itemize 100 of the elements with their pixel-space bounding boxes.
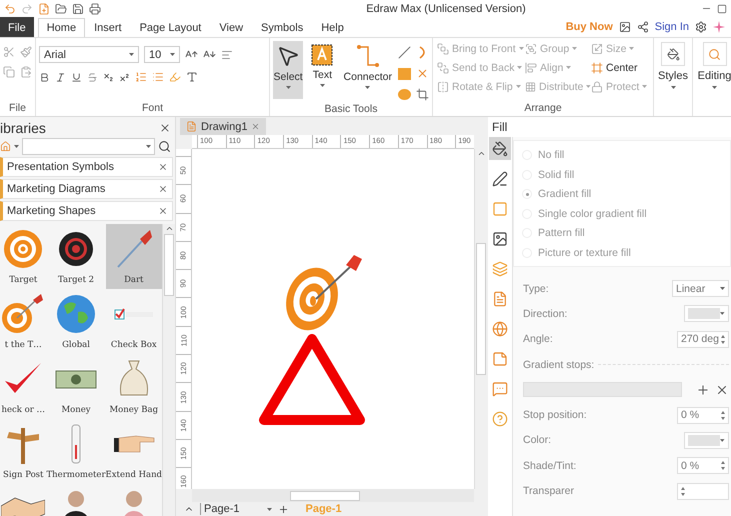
crop-icon[interactable] [416,88,429,101]
ribbon-tab[interactable]: Home [38,18,86,37]
close-icon[interactable] [158,184,168,194]
side-panel-button[interactable] [489,137,511,160]
shape-item[interactable]: Global [46,289,106,354]
pointer-icon[interactable] [276,44,300,68]
scroll-thumb[interactable] [164,234,174,296]
sign-in-link[interactable]: Sign In [654,21,689,33]
share-icon[interactable] [636,21,649,33]
spin-arrows-icon[interactable] [681,486,685,496]
file-menu-button[interactable]: File [0,17,34,37]
field-label: Angle: [523,333,553,346]
font-name-dropdown[interactable]: Arial [39,46,139,63]
ellipse-icon[interactable] [398,89,411,100]
font-color-icon[interactable] [186,71,198,83]
connector-icon[interactable] [356,44,380,68]
bold-icon[interactable] [39,72,50,82]
radio-button[interactable] [522,189,532,200]
line-spacing-icon[interactable] [135,71,147,83]
italic-icon[interactable] [55,72,66,82]
print-icon[interactable] [89,2,101,14]
scissors-icon[interactable] [3,46,15,58]
scrollbar[interactable] [162,224,175,516]
arrange-command[interactable]: Center [591,60,651,75]
tool-button[interactable]: Connector [342,41,394,99]
spin-arrows-icon[interactable] [721,334,725,344]
line-icon[interactable] [398,46,411,59]
shape-item[interactable]: Sign Post [0,419,47,484]
shape-item[interactable]: Extend Hand [106,419,162,484]
editing-button[interactable]: Editing [693,38,731,93]
text-box-icon[interactable] [311,44,334,66]
rectangle-icon[interactable] [398,68,411,80]
drawing-page[interactable] [192,149,474,489]
shape-item[interactable]: Money [46,354,106,419]
search-field[interactable] [22,138,155,155]
document-tab[interactable]: Drawing1 [180,118,266,135]
shape-item[interactable]: Money Bag [106,354,162,419]
color-swatch [688,308,720,320]
styles-button[interactable]: Styles [654,38,692,93]
copy-icon[interactable] [3,66,15,78]
library-item[interactable]: Presentation Symbols [0,157,173,177]
close-icon[interactable] [159,122,171,134]
new-file-icon[interactable] [38,2,50,14]
strikethrough-icon[interactable] [87,72,98,82]
square-icon [492,200,508,216]
triangle-shape[interactable] [259,334,365,425]
color-dropdown[interactable] [684,432,729,449]
color-dropdown[interactable] [684,305,729,322]
shape-label: heck or … [2,405,46,415]
shape-item[interactable]: heck or … [0,354,47,419]
type-dropdown[interactable]: Linear [672,280,729,298]
help-icon [492,410,508,426]
scroll-thumb[interactable] [476,243,486,375]
shape-item[interactable]: Thermometer [46,419,106,484]
spinner-field[interactable]: 0 % [677,406,729,424]
spinner-field[interactable]: 270 deg [677,330,729,348]
maximize-icon[interactable] [717,4,727,14]
close-icon[interactable] [158,206,168,216]
star-logo-icon [713,21,725,33]
spin-arrows-icon[interactable] [721,410,725,420]
scroll-up-icon[interactable] [476,149,486,158]
shape-item[interactable]: Dart [106,224,162,289]
tool-button[interactable]: Select [273,41,304,99]
highlight-icon[interactable] [169,71,181,83]
search-icon[interactable] [158,140,171,153]
paste-icon[interactable] [20,66,32,78]
underline-icon[interactable] [71,72,82,82]
shape-item[interactable]: Check Box [106,289,162,354]
page-dropdown[interactable]: Page-1 [200,503,272,515]
option-label: Single color gradient fill [538,208,647,220]
home-icon[interactable] [0,141,11,152]
shape-item[interactable]: Target 2 [46,224,106,289]
settings-icon[interactable] [695,21,707,33]
horizontal-scrollbar[interactable] [192,489,474,502]
undo-icon[interactable] [4,2,16,14]
spin-arrows-icon[interactable] [721,461,725,470]
shape-item[interactable]: Target [0,224,47,289]
superscript-icon[interactable] [119,72,130,82]
save-icon[interactable] [72,2,84,14]
caret-icon [642,85,648,88]
subscript-icon[interactable] [103,72,114,82]
paint-bucket-icon [492,140,508,156]
shape-item[interactable]: t the T… [0,289,47,354]
brush-icon[interactable] [20,46,32,58]
scroll-up-icon[interactable] [164,224,174,233]
target-with-dart-drawing[interactable] [286,255,362,330]
scroll-thumb[interactable] [290,490,360,500]
tool-button[interactable]: Text [307,41,338,99]
add-page-icon[interactable] [278,504,290,514]
redo-icon[interactable] [21,2,33,14]
close-icon[interactable] [158,162,168,172]
color-swatch [688,434,720,446]
font-size-dropdown[interactable]: 10 [144,46,180,63]
library-item[interactable]: Marketing Diagrams [0,179,173,199]
library-item[interactable]: Marketing Shapes [0,201,173,221]
folder-icon[interactable] [55,2,67,14]
spinner-field[interactable] [677,482,729,500]
add-icon[interactable] [696,382,710,397]
align-icon[interactable] [221,48,233,60]
spinner-field[interactable]: 0 % [677,457,729,474]
